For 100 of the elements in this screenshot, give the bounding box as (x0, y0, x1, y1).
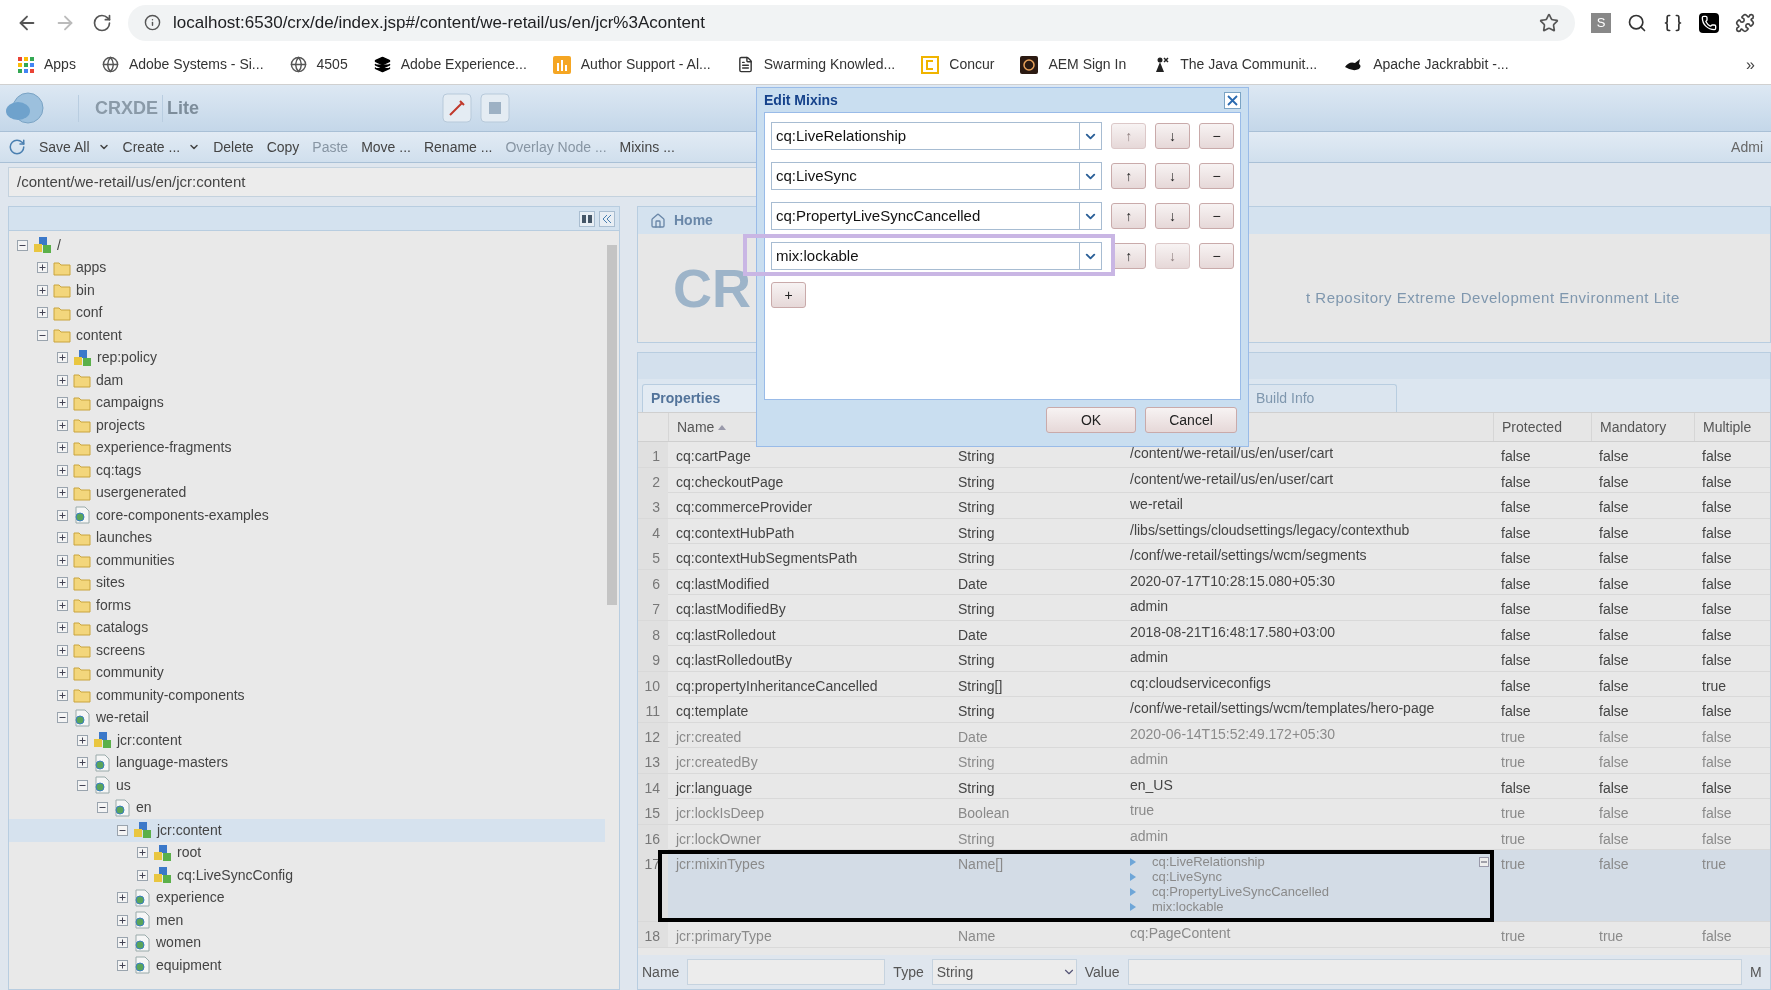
tree-item[interactable]: conf (9, 301, 605, 324)
value-input[interactable] (1127, 959, 1742, 985)
bookmark-link[interactable]: The Java Communit... (1152, 54, 1318, 75)
tree-item[interactable]: us (9, 774, 605, 797)
move-up-button[interactable]: ↑ (1111, 163, 1147, 189)
tree-item[interactable]: forms (9, 594, 605, 617)
bookmark-link[interactable]: 4505 (289, 54, 348, 75)
collapse-icon[interactable] (57, 712, 68, 724)
table-row[interactable]: 14 jcr:language String en_US false false false (638, 773, 1770, 799)
toolbar-button[interactable]: Rename ... (423, 136, 493, 158)
tree-item[interactable]: dam (9, 369, 605, 392)
move-down-button[interactable]: ↓ (1155, 163, 1191, 189)
bookmark-link[interactable]: Apps (18, 54, 76, 75)
move-down-button[interactable]: ↓ (1155, 123, 1191, 149)
tree-item[interactable]: bin (9, 279, 605, 302)
column-header[interactable]: Multiple (1694, 413, 1770, 441)
table-row[interactable]: 4 cq:contextHubPath String /libs/settings/cloudsettings/legacy/contexthub false false false (638, 518, 1770, 544)
tree-item[interactable]: screens (9, 639, 605, 662)
add-button[interactable]: + (771, 282, 806, 308)
table-row[interactable]: 7 cq:lastModifiedBy String admin false false false (638, 595, 1770, 621)
toolbar-button[interactable]: Copy (266, 136, 300, 158)
tree-item[interactable]: women (9, 931, 605, 954)
bookmark-link[interactable]: Adobe Experience... (373, 54, 527, 75)
table-row[interactable]: 11 cq:template String /conf/we-retail/settings/wcm/templates/hero-page false false false (638, 697, 1770, 723)
expand-icon[interactable] (137, 869, 148, 881)
table-row[interactable]: 5 cq:contextHubSegmentsPath String /conf/we-retail/settings/wcm/segments false false false (638, 544, 1770, 570)
move-up-button[interactable]: ↑ (1111, 203, 1147, 229)
table-row[interactable]: 6 cq:lastModified Date 2020-07-17T10:28:15.080+05:30 false false false (638, 569, 1770, 595)
toolbar-button[interactable]: Create ... (122, 136, 201, 158)
expand-icon[interactable] (117, 892, 128, 904)
collapse-icon[interactable] (37, 329, 48, 341)
extension-badge[interactable]: S (1591, 12, 1611, 33)
table-row[interactable]: 10 cq:propertyInheritanceCancelled String[] cq:cloudserviceconfigs false false true (638, 671, 1770, 697)
collapse-icon[interactable] (97, 802, 108, 814)
expand-icon[interactable] (57, 689, 68, 701)
collapse-icon[interactable] (117, 824, 128, 836)
tree-item[interactable]: cq:LiveSyncConfig (9, 864, 605, 887)
collapse-icon[interactable] (17, 239, 28, 251)
expand-icon[interactable] (57, 419, 68, 431)
table-row[interactable]: 9 cq:lastRolledoutBy String admin false false false (638, 646, 1770, 672)
expand-icon[interactable] (57, 374, 68, 386)
expand-icon[interactable] (77, 757, 88, 769)
expand-icon[interactable] (57, 509, 68, 521)
tree-item[interactable]: experience (9, 886, 605, 909)
close-icon[interactable] (1224, 91, 1241, 109)
tree-item[interactable]: community-components (9, 684, 605, 707)
table-row[interactable]: 1 cq:cartPage String /content/we-retail/us/en/user/cart false false false (638, 442, 1770, 468)
expand-icon[interactable] (57, 667, 68, 679)
toolbar-button[interactable]: Move ... (361, 136, 411, 158)
remove-button[interactable]: − (1199, 243, 1234, 269)
tools-icon[interactable] (442, 93, 473, 123)
expand-icon[interactable] (37, 307, 48, 319)
tree-item[interactable]: / (9, 234, 605, 257)
refresh-icon[interactable] (8, 138, 26, 156)
expand-icon[interactable] (37, 284, 48, 296)
expand-icon[interactable] (57, 532, 68, 544)
phone-icon[interactable] (1699, 12, 1719, 33)
expand-icon[interactable] (57, 442, 68, 454)
expand-icon[interactable] (57, 644, 68, 656)
expand-icon[interactable] (57, 397, 68, 409)
tree-item[interactable]: men (9, 909, 605, 932)
expand-icon[interactable] (57, 577, 68, 589)
expand-icon[interactable] (117, 937, 128, 949)
tree-item[interactable]: communities (9, 549, 605, 572)
bookmark-link[interactable]: AEM Sign In (1020, 54, 1127, 75)
tree-item[interactable]: jcr:content (9, 819, 605, 842)
expand-icon[interactable] (37, 262, 48, 274)
path-field[interactable]: /content/we-retail/us/en/jcr:content (8, 167, 758, 197)
extensions-icon[interactable] (1735, 12, 1755, 33)
remove-button[interactable]: − (1199, 203, 1234, 229)
column-header[interactable]: Protected (1493, 413, 1591, 441)
tree-item[interactable]: campaigns (9, 391, 605, 414)
mixin-combobox[interactable]: cq:LiveRelationship (771, 122, 1103, 150)
tree-item[interactable]: root (9, 841, 605, 864)
expand-icon[interactable] (117, 959, 128, 971)
tree-item[interactable]: catalogs (9, 616, 605, 639)
table-row[interactable]: 2 cq:checkoutPage String /content/we-retail/us/en/user/cart false false false (638, 467, 1770, 493)
tree-item[interactable]: apps (9, 256, 605, 279)
expand-icon[interactable] (57, 622, 68, 634)
toolbar-button[interactable]: Delete (213, 136, 254, 158)
bookmark-link[interactable]: Concur (921, 54, 995, 75)
reload-icon[interactable] (92, 12, 112, 33)
mixin-combobox[interactable]: cq:PropertyLiveSyncCancelled (771, 202, 1103, 230)
expand-icon[interactable] (137, 847, 148, 859)
tree-item[interactable]: projects (9, 414, 605, 437)
type-select[interactable]: String (931, 959, 1077, 985)
tree-item[interactable]: rep:policy (9, 346, 605, 369)
expand-icon[interactable] (57, 464, 68, 476)
expand-icon[interactable] (57, 487, 68, 499)
bookmark-link[interactable]: Swarming Knowled... (736, 54, 896, 75)
tree-item[interactable]: launches (9, 526, 605, 549)
bookmark-star-icon[interactable] (1539, 12, 1559, 33)
table-row[interactable]: 3 cq:commerceProvider String we-retail false false false (638, 493, 1770, 519)
ok-button[interactable]: OK (1046, 407, 1136, 433)
expand-icon[interactable] (117, 914, 128, 926)
tree-item[interactable]: jcr:content (9, 729, 605, 752)
tree-item[interactable]: experience-fragments (9, 436, 605, 459)
tree-item[interactable]: language-masters (9, 751, 605, 774)
remove-button[interactable]: − (1199, 163, 1234, 189)
remove-button[interactable]: − (1199, 123, 1234, 149)
